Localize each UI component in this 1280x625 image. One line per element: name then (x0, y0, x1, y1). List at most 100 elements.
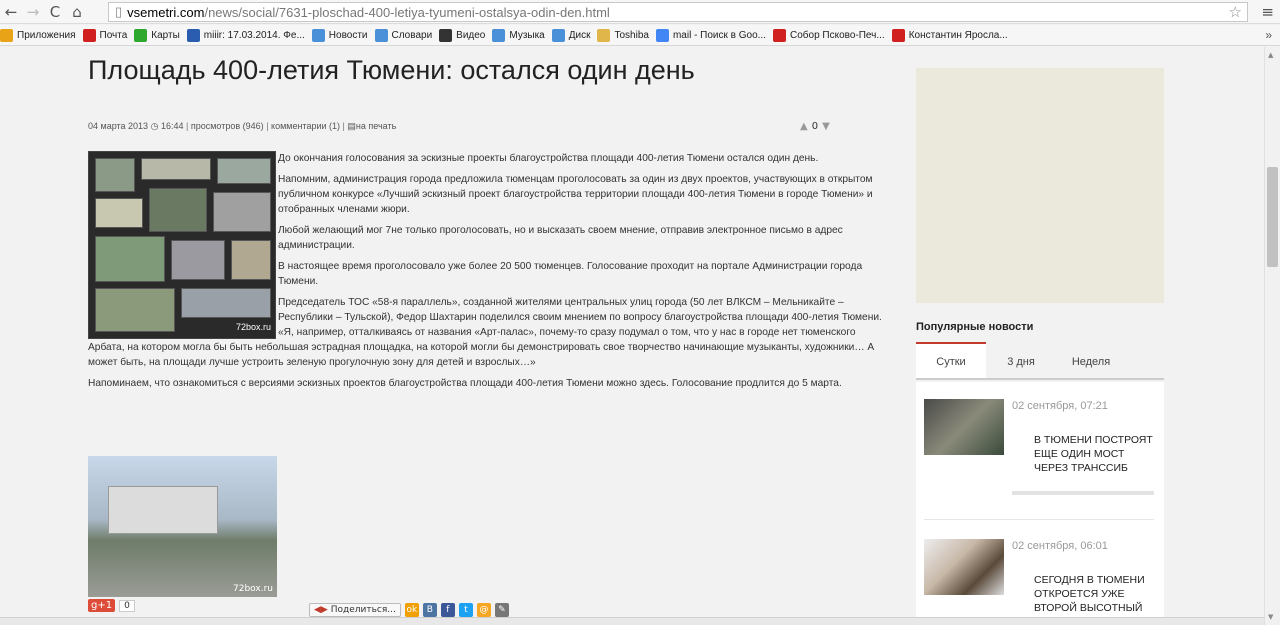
back-icon[interactable]: ← (0, 1, 22, 23)
bookmark-label: Константин Яросла... (908, 29, 1008, 41)
bookmark-label: Новости (328, 29, 368, 41)
printer-icon[interactable]: ▤ (347, 121, 356, 131)
news-divider (924, 519, 1154, 520)
bookmark-label: Toshiba (614, 29, 649, 41)
gplus-widget: g+1 0 (88, 599, 135, 612)
twitter-icon[interactable]: t (458, 603, 473, 617)
gplus-button[interactable]: g+1 (88, 599, 116, 612)
bookmark-item[interactable]: Диск (551, 28, 591, 42)
bookmark-item[interactable]: Словари (374, 28, 433, 42)
project-collage-image[interactable]: 72box.ru (88, 151, 276, 339)
facebook-icon[interactable]: f (440, 603, 455, 617)
google-icon (655, 28, 669, 42)
bookmark-item[interactable]: Музыка (492, 28, 545, 42)
article-time: 16:44 (160, 121, 184, 131)
gplus-count: 0 (119, 599, 135, 612)
news-title[interactable]: Сегодня в Тюмени откроется уже второй вы… (1034, 573, 1154, 615)
image-watermark: 72box.ru (235, 322, 271, 332)
bookmark-item[interactable]: miiir: 17.03.2014. Фе... (186, 28, 305, 42)
bookmark-item[interactable]: Карты (134, 28, 180, 42)
news-title[interactable]: В Тюмени построят еще один мост через Тр… (1034, 433, 1154, 475)
bookmark-star-icon[interactable]: ☆ (1229, 3, 1242, 21)
page-content: Площадь 400-летия Тюмени: остался один д… (0, 47, 1264, 617)
news-thumbnail[interactable] (924, 399, 1004, 455)
bookmark-item[interactable]: Новости (311, 28, 368, 42)
rating-widget: ▲ 0 ▼ (800, 121, 830, 132)
article-date: 04 марта 2013 (88, 121, 149, 131)
menu-icon[interactable]: ≡ (1261, 3, 1274, 21)
odnoklassniki-icon[interactable]: ok (404, 603, 419, 617)
bookmark-item[interactable]: Приложения (0, 28, 76, 42)
dictionary-icon (374, 28, 388, 42)
url-path: /news/social/7631-ploschad-400-letiya-ty… (204, 4, 610, 20)
views-count: просмотров (946) (190, 121, 264, 131)
comments-link[interactable]: комментарии (1) (271, 121, 340, 131)
music-icon (492, 28, 506, 42)
disk-icon (551, 28, 565, 42)
bookmark-label: Видео (456, 29, 486, 41)
bookmark-label: Карты (151, 29, 180, 41)
article-meta: 04 марта 2013 ◷ 16:44 | просмотров (946)… (88, 121, 397, 131)
bookmark-label: Собор Псково-Печ... (790, 29, 885, 41)
news-underline (1012, 491, 1154, 495)
rating-value: 0 (811, 121, 819, 132)
ad-placeholder (916, 68, 1164, 303)
status-bar (0, 617, 1264, 625)
maps-icon (134, 28, 148, 42)
vkontakte-icon[interactable]: В (422, 603, 437, 617)
popular-news-title: Популярные новости (916, 321, 1034, 333)
scroll-down-icon[interactable]: ▼ (1268, 613, 1273, 621)
scrollbar-thumb[interactable] (1267, 167, 1278, 267)
news-thumbnail[interactable] (924, 539, 1004, 595)
bookmark-item[interactable]: Константин Яросла... (891, 28, 1008, 42)
vote-down-icon[interactable]: ▼ (822, 121, 830, 132)
bookmark-item[interactable]: Видео (439, 28, 486, 42)
news-date: 02 сентября, 07:21 (1012, 400, 1108, 412)
news-date: 02 сентября, 06:01 (1012, 540, 1108, 552)
image-watermark-2: 72box.ru (233, 584, 273, 594)
tab-3-days[interactable]: 3 дня (986, 342, 1056, 378)
paragraph-6: Напоминаем, что ознакомиться с версиями … (88, 378, 842, 389)
livejournal-icon[interactable]: ✎ (494, 603, 509, 617)
bookmark-label: Музыка (509, 29, 545, 41)
bookmark-item[interactable]: Почта (82, 28, 128, 42)
bookmarks-bar: Приложения Почта Карты miiir: 17.03.2014. Ф… (0, 25, 1280, 46)
article-body: 72box.ru До окончания голосования за эск… (88, 151, 888, 397)
bookmarks-overflow-icon[interactable]: » (1265, 28, 1272, 42)
yandex-icon (773, 28, 786, 42)
scroll-up-icon[interactable]: ▲ (1268, 51, 1273, 59)
share-button[interactable]: ◀▶ Поделиться... (309, 603, 401, 617)
vote-up-icon[interactable]: ▲ (800, 121, 808, 132)
bookmark-label: Словари (391, 29, 433, 41)
reload-icon[interactable]: C (44, 1, 66, 23)
tab-week[interactable]: Неделя (1056, 342, 1126, 378)
vertical-scrollbar[interactable]: ▲ ▼ (1264, 47, 1280, 625)
page-icon: ▯ (115, 4, 123, 19)
bookmark-label: Почта (99, 29, 128, 41)
popular-news-list: 02 сентября, 07:21 В Тюмени построят еще… (916, 382, 1164, 617)
news-icon (311, 28, 325, 42)
bookmark-item[interactable]: mail - Поиск в Goo... (655, 28, 766, 42)
bookmark-item[interactable]: Собор Псково-Печ... (773, 28, 885, 42)
bookmark-label: Приложения (17, 29, 76, 41)
home-icon[interactable]: ⌂ (66, 1, 88, 23)
browser-toolbar: ← → C ⌂ ▯ vsemetri.com/news/social/7631-… (0, 0, 1280, 24)
folder-icon (597, 28, 611, 42)
print-link[interactable]: на печать (356, 121, 396, 131)
mailru-icon[interactable]: @ (476, 603, 491, 617)
url-domain: vsemetri.com (127, 4, 205, 20)
clock-icon: ◷ (150, 121, 159, 131)
video-icon (439, 28, 453, 42)
square-render-image[interactable]: 72box.ru (88, 456, 277, 597)
article-title: Площадь 400-летия Тюмени: остался один д… (88, 55, 695, 85)
bookmark-label: mail - Поиск в Goo... (672, 29, 766, 41)
forward-icon[interactable]: → (22, 1, 44, 23)
bookmark-label: Диск (568, 29, 591, 41)
user-icon (186, 28, 200, 42)
tab-day[interactable]: Сутки (916, 342, 986, 378)
apps-icon (0, 28, 13, 42)
popular-tabs: Сутки 3 дня Неделя (916, 342, 1164, 380)
address-bar[interactable]: ▯ vsemetri.com/news/social/7631-ploschad… (108, 2, 1248, 22)
share-bar: ◀▶ Поделиться... ok В f t @ ✎ (309, 603, 509, 617)
bookmark-item[interactable]: Toshiba (597, 28, 649, 42)
